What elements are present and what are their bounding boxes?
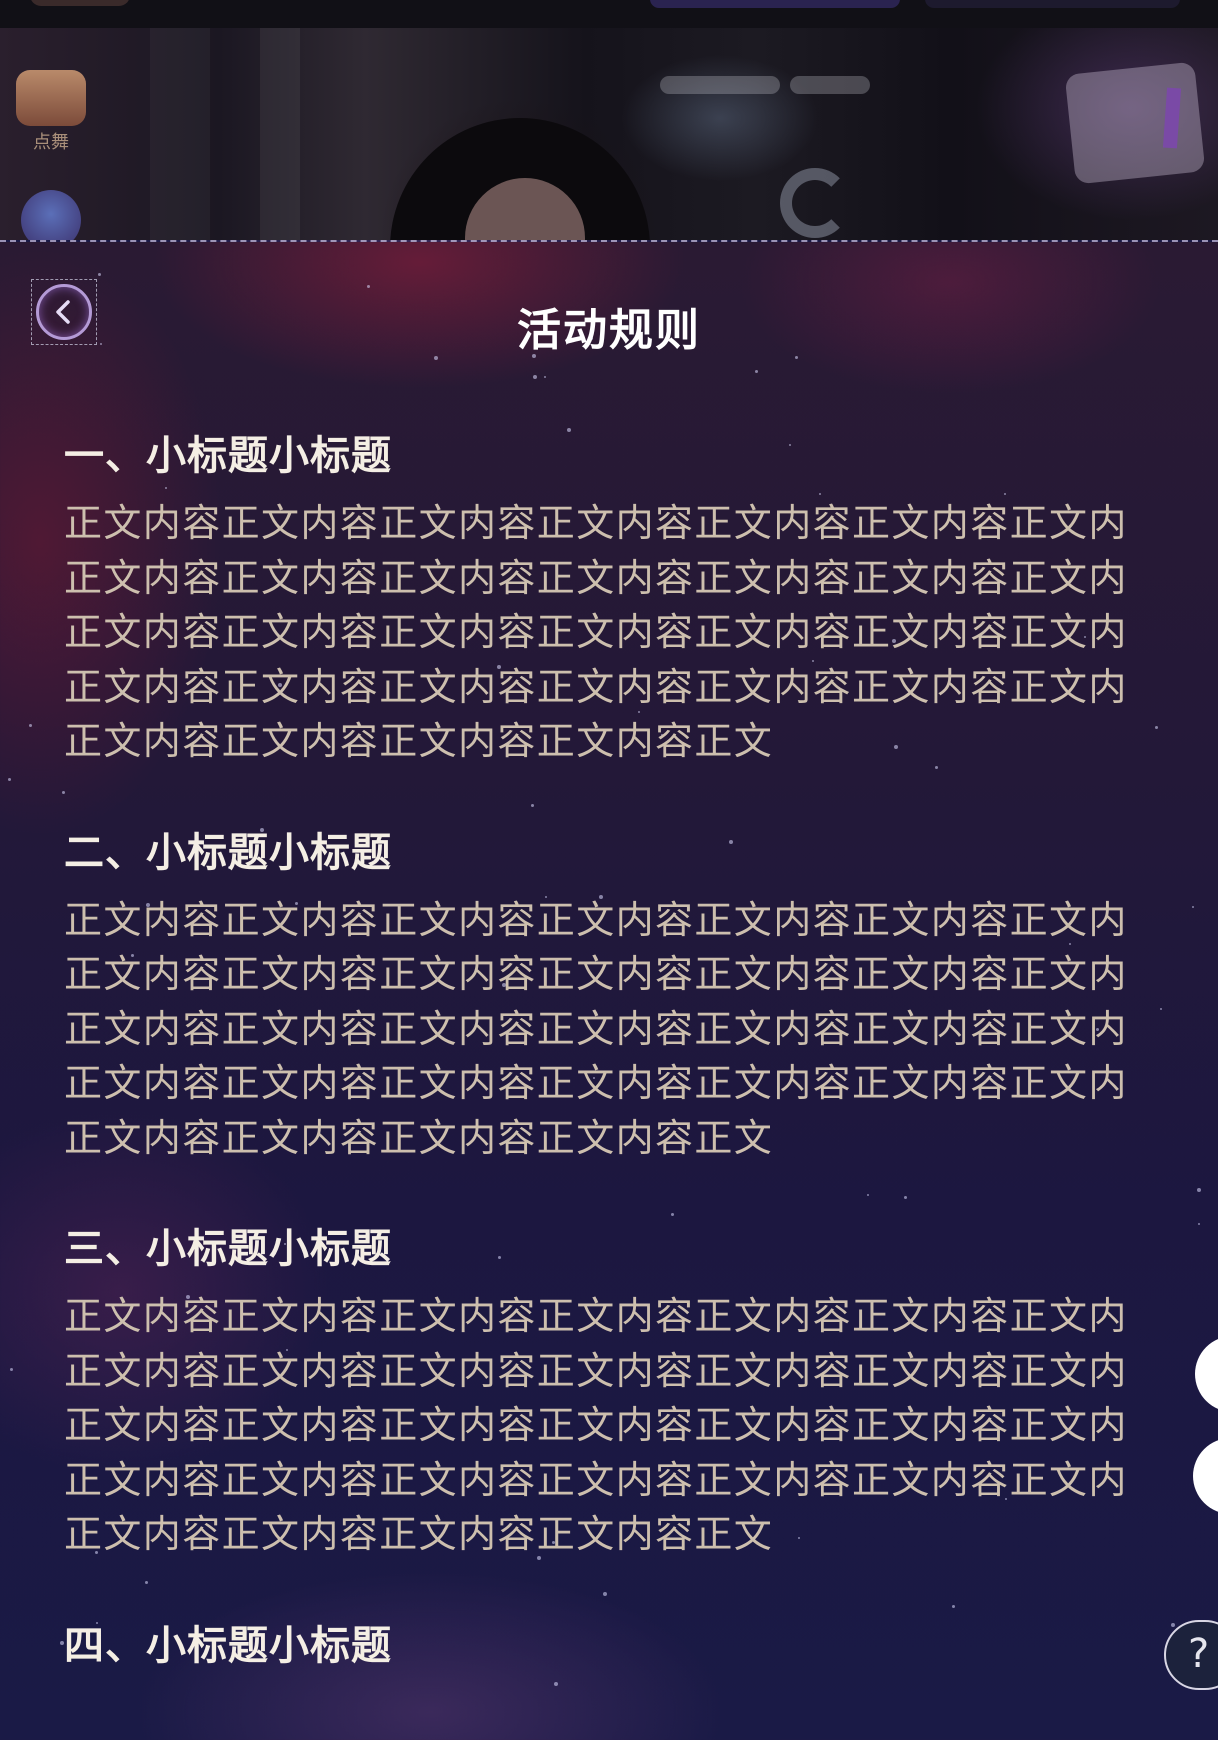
stream-header <box>0 0 1218 28</box>
neon-sign <box>780 168 850 238</box>
rule-heading: 二、小标题小标题 <box>64 829 392 876</box>
star-dot <box>29 724 32 727</box>
star-dot <box>1198 1223 1200 1225</box>
stream-light <box>660 76 780 94</box>
rule-body: 正文内容正文内容正文内容正文内容正文内容正文内容正文内正文内容正文内容正文内容正… <box>64 1294 1128 1556</box>
you-come-badge-icon <box>21 190 81 240</box>
star-dot <box>533 375 537 379</box>
side-icon-you-come[interactable] <box>12 190 90 240</box>
star-dot <box>10 1368 13 1371</box>
rule-heading: 四、小标题小标题 <box>64 1622 392 1669</box>
star-dot <box>1171 1623 1175 1627</box>
neon-sign <box>1064 61 1206 185</box>
host-logo <box>30 0 130 6</box>
star-dot <box>98 273 101 276</box>
stream-curtain <box>260 28 300 240</box>
question-icon: ? <box>1188 1631 1210 1677</box>
star-dot <box>755 370 758 373</box>
star-dot <box>8 778 11 781</box>
rule-section: 二、小标题小标题 正文内容正文内容正文内容正文内容正文内容正文内容正文内正文内容… <box>64 827 1130 1166</box>
header-pill-primary[interactable] <box>650 0 900 8</box>
rule-heading: 三、小标题小标题 <box>64 1226 392 1272</box>
rule-section: 一、小标题小标题 正文内容正文内容正文内容正文内容正文内容正文内容正文内正文内容… <box>64 430 1130 769</box>
star-dot <box>1197 1188 1201 1192</box>
rules-panel: 活动规则 一、小标题小标题 正文内容正文内容正文内容正文内容正文内容正文内容正文… <box>0 240 1218 1740</box>
live-stream-background: 点舞 <box>0 28 1218 240</box>
rule-heading: 一、小标题小标题 <box>64 433 392 479</box>
star-dot <box>1155 726 1158 729</box>
rule-section: 三、小标题小标题 正文内容正文内容正文内容正文内容正文内容正文内容正文内正文内容… <box>64 1223 1130 1562</box>
star-dot <box>544 376 546 378</box>
star-dot <box>367 285 370 288</box>
side-icon-label: 点舞 <box>33 132 69 153</box>
rules-list: 一、小标题小标题 正文内容正文内容正文内容正文内容正文内容正文内容正文内正文内容… <box>64 430 1130 1730</box>
dance-badge-icon <box>16 70 86 126</box>
stream-light <box>790 76 870 94</box>
star-dot <box>1192 906 1194 908</box>
rule-section: 四、小标题小标题 <box>64 1620 1130 1672</box>
side-icon-dance[interactable]: 点舞 <box>12 70 90 154</box>
rule-body: 正文内容正文内容正文内容正文内容正文内容正文内容正文内正文内容正文内容正文内容正… <box>64 501 1128 763</box>
rule-body: 正文内容正文内容正文内容正文内容正文内容正文内容正文内正文内容正文内容正文内容正… <box>64 897 1128 1160</box>
stream-curtain <box>150 28 210 240</box>
page-title: 活动规则 <box>517 305 701 356</box>
star-dot <box>1160 1008 1162 1010</box>
header-pill-secondary[interactable] <box>925 0 1180 8</box>
